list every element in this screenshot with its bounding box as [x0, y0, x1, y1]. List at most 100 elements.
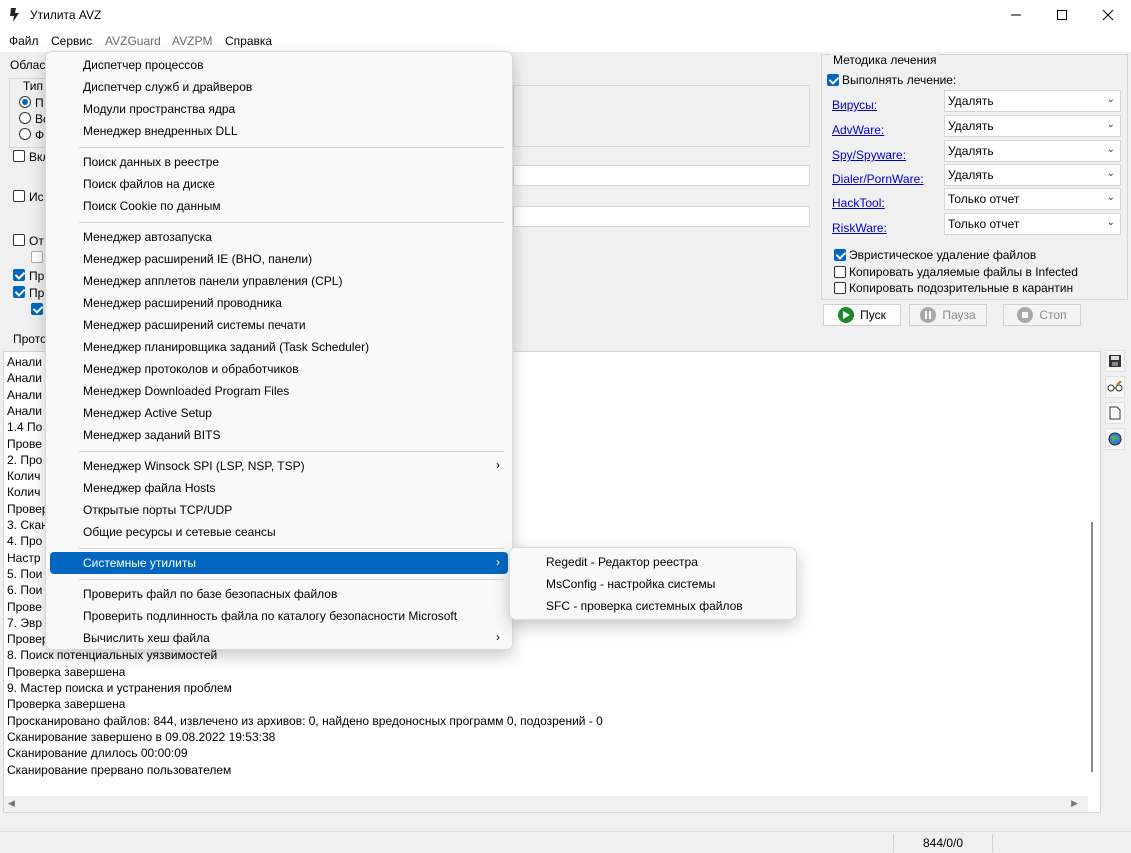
radio-type-1[interactable] — [19, 96, 31, 108]
checkbox-check-3[interactable] — [31, 303, 43, 315]
service-menu-item[interactable]: Открытые порты TCP/UDP — [50, 499, 508, 521]
pause-button[interactable]: Пауза — [909, 304, 987, 326]
riskware-select-value: Только отчет — [948, 217, 1020, 231]
menu-service[interactable]: Сервис — [51, 34, 92, 48]
service-menu-item[interactable]: Менеджер расширений проводника — [50, 292, 508, 314]
save-log-button[interactable] — [1105, 350, 1125, 372]
service-menu-item[interactable]: Менеджер Downloaded Program Files — [50, 380, 508, 402]
service-menu-item[interactable]: Менеджер расширений системы печати — [50, 314, 508, 336]
menu-file[interactable]: Файл — [9, 34, 39, 48]
service-menu-item[interactable]: Менеджер планировщика заданий (Task Sche… — [50, 336, 508, 358]
menu-avzpm[interactable]: AVZPM — [172, 34, 212, 48]
service-menu-item-label: Менеджер Winsock SPI (LSP, NSP, TSP) — [83, 459, 305, 473]
service-menu-item[interactable]: Менеджер внедренных DLL — [50, 120, 508, 142]
scroll-thumb[interactable] — [1091, 522, 1093, 772]
hacktool-select-value: Только отчет — [948, 192, 1020, 206]
viruses-select[interactable]: Удалять ⌄ — [944, 90, 1121, 112]
treatment-method-title: Методика лечения — [830, 53, 940, 67]
service-menu-item[interactable]: Проверить подлинность файла по каталогу … — [50, 605, 508, 627]
clear-log-button[interactable] — [1105, 402, 1125, 424]
service-menu-item-label: Менеджер внедренных DLL — [83, 124, 238, 138]
include-mask-input[interactable] — [513, 165, 810, 186]
checkbox-check-1-label: Пр — [29, 269, 45, 283]
service-menu-item[interactable]: Менеджер заданий BITS — [50, 424, 508, 446]
service-menu-item[interactable]: Диспетчер служб и драйверов — [50, 76, 508, 98]
system-utility-item-label: MsConfig - настройка системы — [546, 577, 716, 591]
checkbox-from[interactable] — [13, 234, 25, 246]
service-menu-item[interactable]: Менеджер автозапуска — [50, 226, 508, 248]
service-menu-item[interactable]: Поиск файлов на диске — [50, 173, 508, 195]
checkbox-include[interactable] — [13, 150, 25, 162]
log-line: 1.4 По — [7, 420, 43, 435]
advware-select-value: Удалять — [948, 119, 994, 133]
service-menu-item[interactable]: Менеджер Winsock SPI (LSP, NSP, TSP) › — [50, 455, 508, 477]
scan-area-label: Облас — [10, 58, 46, 72]
hacktool-link[interactable]: HackTool: — [832, 196, 885, 210]
checkbox-check-1[interactable] — [13, 269, 25, 281]
log-tab[interactable]: Прото — [13, 332, 47, 346]
service-menu-item[interactable]: Проверить файл по базе безопасных файлов — [50, 583, 508, 605]
service-menu-item[interactable]: Модули пространства ядра — [50, 98, 508, 120]
service-menu-item[interactable]: Поиск данных в реестре — [50, 151, 508, 173]
service-menu-item-label: Менеджер Active Setup — [83, 406, 212, 420]
system-utility-item[interactable]: Regedit - Редактор реестра — [514, 551, 792, 573]
maximize-button[interactable] — [1039, 0, 1085, 30]
service-menu-item[interactable]: Менеджер файла Hosts — [50, 477, 508, 499]
service-menu-item-label: Менеджер файла Hosts — [83, 481, 216, 495]
service-menu-item[interactable]: Менеджер расширений IE (BHO, панели) — [50, 248, 508, 270]
perform-treatment-checkbox[interactable] — [827, 74, 839, 86]
scroll-left-icon[interactable]: ◀ — [8, 798, 15, 809]
radio-type-2[interactable] — [19, 112, 31, 124]
log-line: Анали — [7, 371, 43, 386]
service-menu-item[interactable]: Вычислить хеш файла › — [50, 627, 508, 649]
menu-bar: Файл Сервис AVZGuard AVZPM Справка — [0, 30, 1131, 52]
riskware-link[interactable]: RiskWare: — [832, 221, 887, 235]
chevron-down-icon: ⌄ — [1106, 119, 1115, 130]
advware-link[interactable]: AdvWare: — [832, 123, 884, 137]
service-menu-item[interactable]: Диспетчер процессов — [50, 54, 508, 76]
hacktool-select[interactable]: Только отчет ⌄ — [944, 188, 1121, 210]
log-horizontal-scrollbar[interactable]: ◀ ▶ — [4, 796, 1088, 812]
spyware-link[interactable]: Spy/Spyware: — [832, 148, 906, 162]
service-menu-item[interactable]: Менеджер протоколов и обработчиков — [50, 358, 508, 380]
heuristic-delete-checkbox[interactable] — [834, 249, 846, 261]
dialer-link[interactable]: Dialer/PornWare: — [832, 172, 924, 186]
menu-separator — [79, 147, 504, 148]
copy-log-button[interactable] — [1105, 376, 1125, 398]
close-button[interactable] — [1085, 0, 1131, 30]
system-utility-item[interactable]: SFC - проверка системных файлов — [514, 595, 792, 617]
spyware-select[interactable]: Удалять ⌄ — [944, 140, 1121, 162]
log-tools — [1105, 350, 1127, 454]
service-menu-item[interactable]: Менеджер апплетов панели управления (CPL… — [50, 270, 508, 292]
exclude-mask-input[interactable] — [513, 206, 810, 227]
network-log-button[interactable] — [1105, 428, 1125, 450]
start-button-label: Пуск — [860, 308, 886, 322]
checkbox-sub-disabled[interactable] — [31, 251, 43, 263]
viruses-link[interactable]: Вирусы: — [832, 98, 877, 112]
checkbox-check-2[interactable] — [13, 286, 25, 298]
radio-type-3[interactable] — [19, 128, 31, 140]
copy-infected-label: Копировать удаляемые файлы в Infected — [849, 265, 1078, 279]
service-menu-item[interactable]: Менеджер Active Setup — [50, 402, 508, 424]
service-menu-item[interactable]: Системные утилиты › — [50, 552, 508, 574]
checkbox-exclude[interactable] — [13, 190, 25, 202]
menu-avzguard[interactable]: AVZGuard — [105, 34, 161, 48]
advware-select[interactable]: Удалять ⌄ — [944, 115, 1121, 137]
minimize-button[interactable] — [993, 0, 1039, 30]
service-menu-item[interactable]: Поиск Cookie по данным — [50, 195, 508, 217]
system-utility-item[interactable]: MsConfig - настройка системы — [514, 573, 792, 595]
stop-button-label: Стоп — [1039, 308, 1067, 322]
service-menu-item-label: Модули пространства ядра — [83, 102, 236, 116]
service-menu-item[interactable]: Общие ресурсы и сетевые сеансы — [50, 521, 508, 543]
menu-help[interactable]: Справка — [225, 34, 272, 48]
stop-button[interactable]: Стоп — [1003, 304, 1081, 326]
viruses-select-value: Удалять — [948, 94, 994, 108]
scroll-right-icon[interactable]: ▶ — [1071, 798, 1078, 809]
copy-quarantine-checkbox[interactable] — [834, 282, 846, 294]
riskware-select[interactable]: Только отчет ⌄ — [944, 213, 1121, 235]
copy-infected-checkbox[interactable] — [834, 266, 846, 278]
dialer-select[interactable]: Удалять ⌄ — [944, 164, 1121, 186]
start-button[interactable]: Пуск — [823, 304, 901, 326]
service-menu-item-label: Системные утилиты — [83, 556, 196, 570]
log-vertical-scrollbar[interactable] — [1086, 352, 1100, 798]
